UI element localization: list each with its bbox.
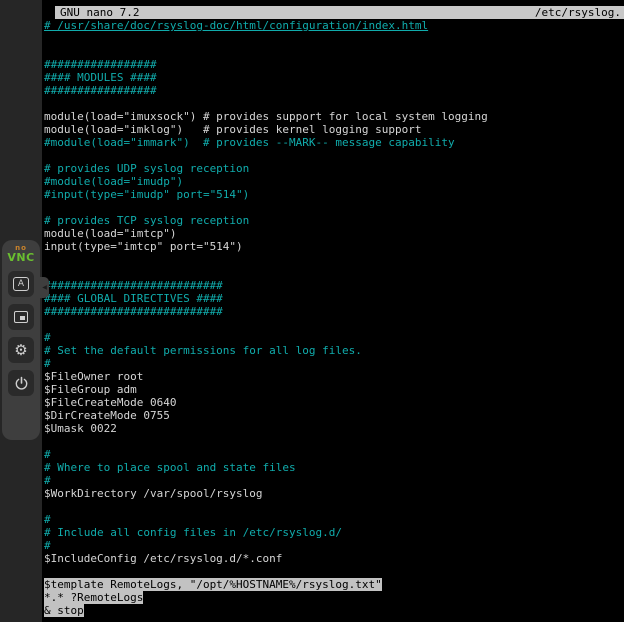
disconnect-button[interactable]	[8, 370, 34, 396]
terminal-screen[interactable]: GNU nano 7.2 /etc/rsyslog. # /usr/share/…	[42, 0, 624, 622]
power-icon	[14, 376, 29, 391]
terminal-line: & stop	[44, 604, 624, 617]
novnc-logo: no VNC	[7, 245, 34, 263]
terminal-line: ###########################	[44, 305, 624, 318]
terminal-line: ###########################	[44, 279, 624, 292]
terminal-line: $FileCreateMode 0640	[44, 396, 624, 409]
desktop-background: GNU nano 7.2 /etc/rsyslog. # /usr/share/…	[0, 0, 624, 622]
terminal-line: $Umask 0022	[44, 422, 624, 435]
fullscreen-icon	[14, 311, 28, 323]
terminal-line	[44, 435, 624, 448]
terminal-line: $DirCreateMode 0755	[44, 409, 624, 422]
terminal-line: # /usr/share/doc/rsyslog-doc/html/config…	[44, 19, 624, 32]
editor-content: # /usr/share/doc/rsyslog-doc/html/config…	[42, 19, 624, 617]
settings-button[interactable]: ⚙	[8, 337, 34, 363]
terminal-line: module(load="imklog") # provides kernel …	[44, 123, 624, 136]
terminal-line: #################	[44, 58, 624, 71]
terminal-line: # provides UDP syslog reception	[44, 162, 624, 175]
terminal-line: # Where to place spool and state files	[44, 461, 624, 474]
terminal-line	[44, 253, 624, 266]
terminal-line: $FileGroup adm	[44, 383, 624, 396]
terminal-line	[44, 149, 624, 162]
terminal-line: #	[44, 357, 624, 370]
terminal-line	[44, 500, 624, 513]
terminal-line: module(load="imuxsock") # provides suppo…	[44, 110, 624, 123]
terminal-line: $template RemoteLogs, "/opt/%HOSTNAME%/r…	[44, 578, 624, 591]
vnc-control-bar: no VNC A ⚙	[2, 240, 40, 440]
terminal-line: # provides TCP syslog reception	[44, 214, 624, 227]
terminal-line: #### GLOBAL DIRECTIVES ####	[44, 292, 624, 305]
terminal-line: #	[44, 513, 624, 526]
terminal-line	[44, 45, 624, 58]
keyboard-a-icon: A	[13, 277, 29, 291]
terminal-line	[44, 32, 624, 45]
terminal-line	[44, 266, 624, 279]
terminal-line: #### MODULES ####	[44, 71, 624, 84]
terminal-line: #	[44, 474, 624, 487]
terminal-line: $WorkDirectory /var/spool/rsyslog	[44, 487, 624, 500]
nano-titlebar: GNU nano 7.2 /etc/rsyslog.	[55, 6, 624, 19]
terminal-line	[44, 318, 624, 331]
terminal-line: # Set the default permissions for all lo…	[44, 344, 624, 357]
terminal-line: #module(load="imudp")	[44, 175, 624, 188]
terminal-line: module(load="imtcp")	[44, 227, 624, 240]
terminal-line: #input(type="imudp" port="514")	[44, 188, 624, 201]
terminal-line: #	[44, 448, 624, 461]
collapse-arrow-icon: ◀	[42, 284, 47, 291]
terminal-line: $FileOwner root	[44, 370, 624, 383]
gear-icon: ⚙	[14, 341, 27, 359]
terminal-line: *.* ?RemoteLogs	[44, 591, 624, 604]
terminal-line: # Include all config files in /etc/rsysl…	[44, 526, 624, 539]
terminal-line	[44, 565, 624, 578]
terminal-line: #	[44, 539, 624, 552]
terminal-line: #	[44, 331, 624, 344]
terminal-line: #module(load="immark") # provides --MARK…	[44, 136, 624, 149]
nano-file-path: /etc/rsyslog.	[535, 6, 621, 19]
fullscreen-button[interactable]	[8, 304, 34, 330]
control-bar-handle[interactable]: ◀	[40, 277, 49, 298]
nano-version: GNU nano 7.2	[60, 6, 139, 19]
terminal-line	[44, 201, 624, 214]
terminal-line: #################	[44, 84, 624, 97]
extra-keys-button[interactable]: A	[8, 271, 34, 297]
novnc-logo-vnc: VNC	[7, 252, 34, 263]
terminal-line	[44, 97, 624, 110]
terminal-line: $IncludeConfig /etc/rsyslog.d/*.conf	[44, 552, 624, 565]
terminal-line: input(type="imtcp" port="514")	[44, 240, 624, 253]
